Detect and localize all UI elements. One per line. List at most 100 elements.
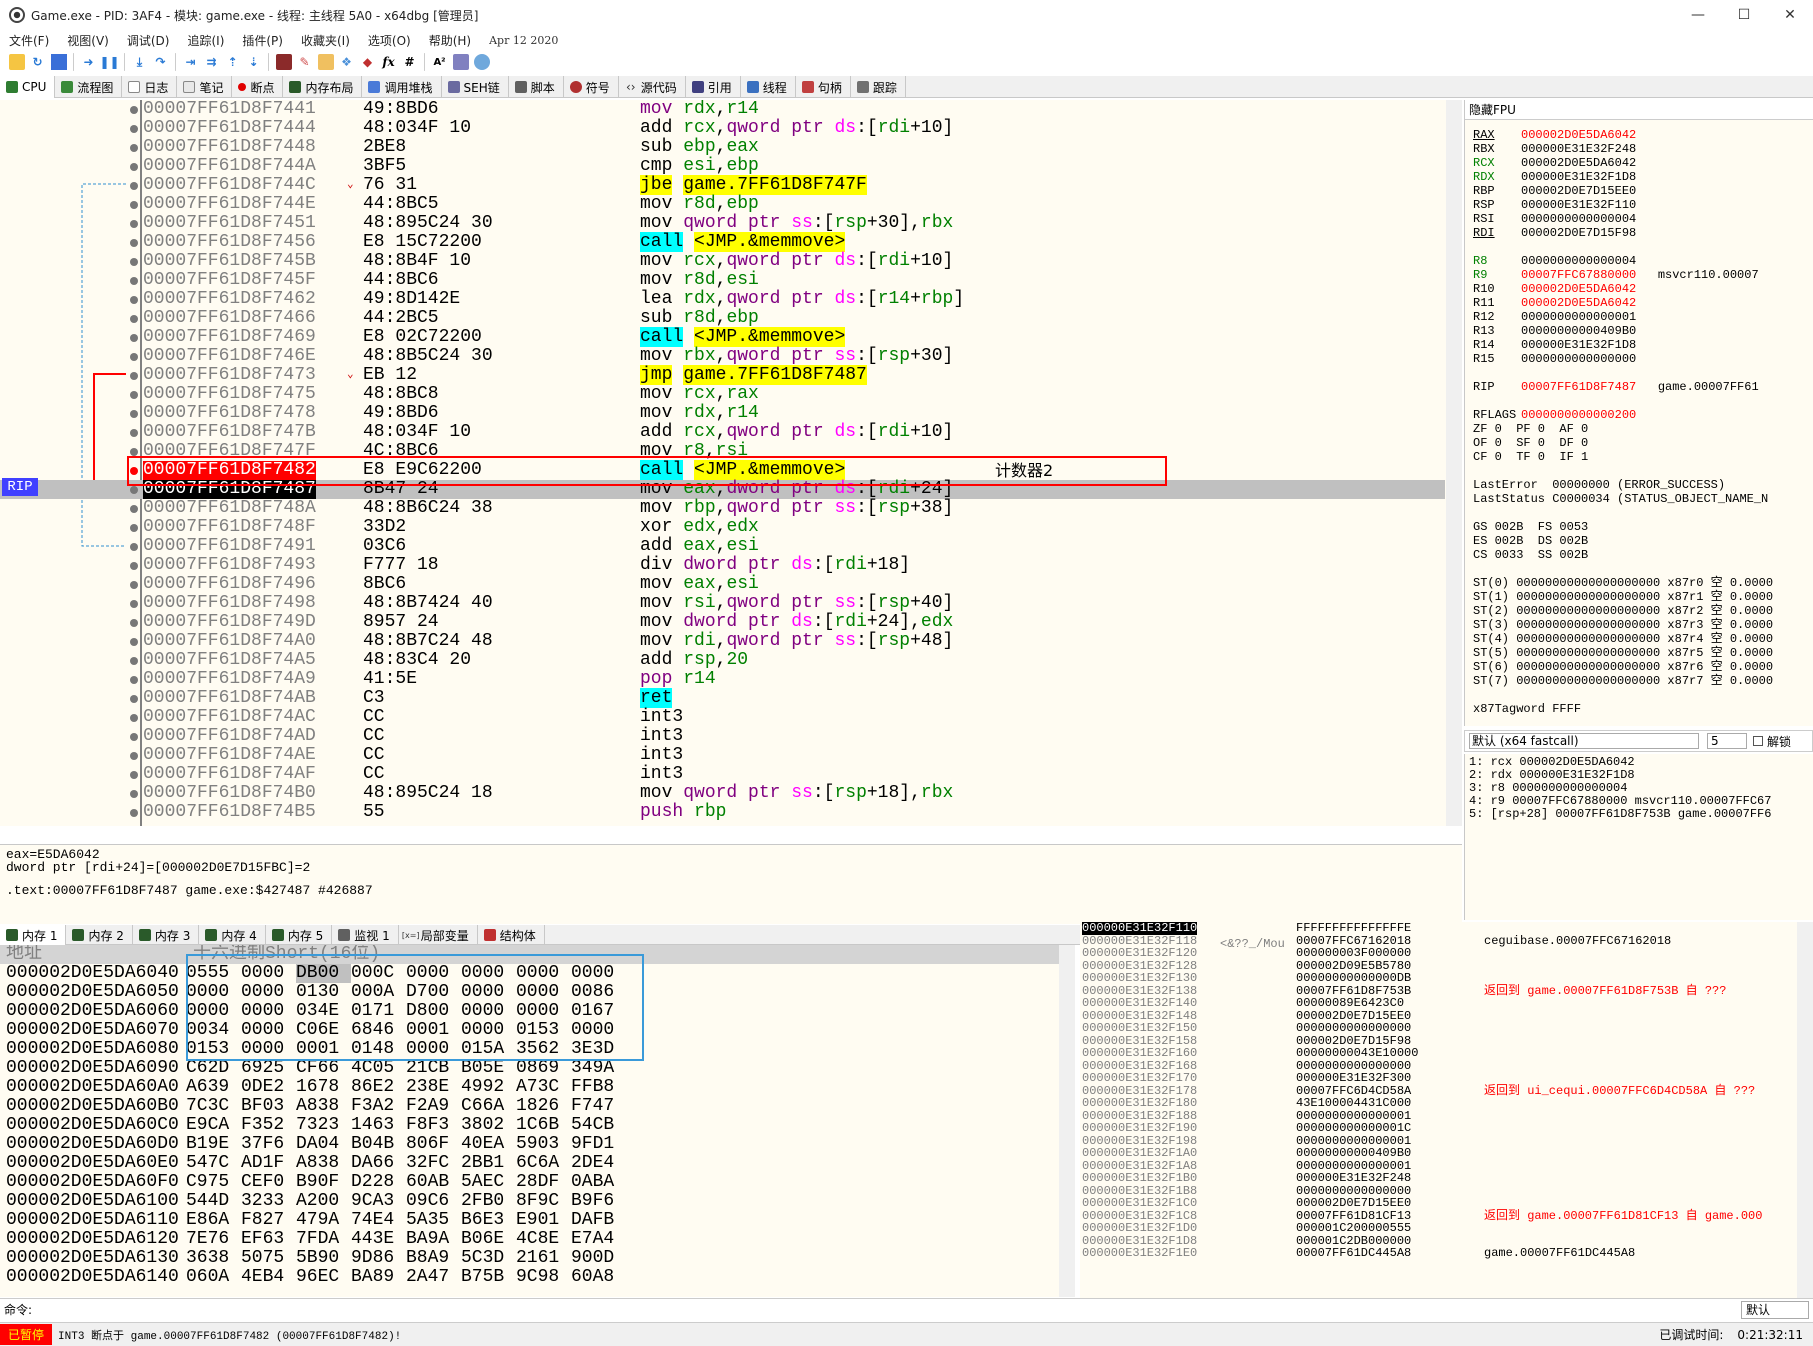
dump-word[interactable]: 21CB (406, 1059, 461, 1078)
dump-word[interactable]: 32FC (406, 1154, 461, 1173)
dump-word[interactable]: 7323 (296, 1116, 351, 1135)
dump-word[interactable]: AD1F (241, 1154, 296, 1173)
dump-word[interactable]: 1678 (296, 1078, 351, 1097)
dump-word[interactable]: BA9A (406, 1230, 461, 1249)
breakpoint-dot[interactable] (130, 106, 138, 114)
tab-graph[interactable]: 流程图 (55, 76, 123, 98)
breakpoint-dot[interactable] (130, 258, 138, 266)
disasm-row[interactable]: 00007FF61D8F749D 8957 24 mov dword ptr ds:… (0, 613, 1445, 632)
dump-word[interactable]: 349A (571, 1059, 626, 1078)
command-input[interactable] (36, 1301, 1741, 1319)
disasm-row[interactable]: 00007FF61D8F744C ⌄ 76 31 jbe game.7FF61D8F7… (0, 175, 1445, 195)
dump-word[interactable]: C62D (186, 1059, 241, 1078)
breakpoint-dot[interactable] (130, 144, 138, 152)
restart-icon[interactable]: ↻ (30, 54, 46, 70)
breakpoint-dot[interactable] (130, 695, 138, 703)
breakpoint-dot[interactable] (130, 220, 138, 228)
disasm-row[interactable]: 00007FF61D8F7469 E8 02C72200 call <JMP.&me… (0, 327, 1445, 347)
breakpoint-dot[interactable] (130, 125, 138, 133)
menu-help[interactable]: 帮助(H) (429, 32, 471, 49)
breakpoint-dot[interactable] (130, 562, 138, 570)
menu-favourites[interactable]: 收藏夹(I) (301, 32, 350, 49)
stack-row[interactable]: 000000E31E32F150 0000000000000000 (1080, 1022, 1795, 1035)
tab-locals[interactable]: [x=] 局部变量 (399, 925, 478, 945)
breakpoint-dot[interactable] (130, 239, 138, 247)
stack-row[interactable]: 000000E31E32F140 00000089E6423C0 (1080, 997, 1795, 1010)
tab-script[interactable]: 脚本 (509, 76, 564, 98)
dump-scrollbar[interactable] (1059, 945, 1075, 1297)
disasm-row[interactable]: 00007FF61D8F7441 49:8BD6 mov rdx,r14 (0, 100, 1445, 119)
dump-word[interactable]: 54CB (571, 1116, 626, 1135)
register-row[interactable]: RBX 000000E31E32F248 (1473, 142, 1636, 156)
flag-row[interactable]: CF 0 TF 0 IF 1 (1473, 450, 1588, 464)
breakpoint-dot[interactable] (130, 505, 138, 513)
dump-word[interactable]: 3802 (461, 1116, 516, 1135)
dump-word[interactable]: 5C3D (461, 1249, 516, 1268)
stack-row[interactable]: 000000E31E32F1B0 000000E31E32F248 (1080, 1172, 1795, 1185)
tab-seh[interactable]: SEH链 (442, 76, 509, 98)
menu-debug[interactable]: 调试(D) (127, 32, 170, 49)
disasm-row[interactable]: 00007FF61D8F7451 48:895C24 30 mov qword pt… (0, 214, 1445, 233)
dump-word[interactable]: 0869 (516, 1059, 571, 1078)
dump-word[interactable]: 9CA3 (351, 1192, 406, 1211)
dump-word[interactable]: E901 (516, 1211, 571, 1230)
disasm-row[interactable]: 00007FF61D8F7448 2BE8 sub ebp,eax (0, 138, 1445, 157)
register-row[interactable]: RAX 000002D0E5DA6042 (1473, 128, 1636, 142)
breakpoint-dot[interactable] (130, 638, 138, 646)
tab-memory-map[interactable]: 内存布局 (283, 76, 363, 98)
dump-word[interactable]: B04B (351, 1135, 406, 1154)
dump-row[interactable]: 000002D0E5DA60A0 A639 0DE2 1678 86E2 238E 4992… (6, 1078, 626, 1097)
dump-word[interactable]: B06E (461, 1230, 516, 1249)
unlock-checkbox[interactable] (1753, 736, 1763, 746)
dump-row[interactable]: 000002D0E5DA6130 3638 5075 5B90 9D86 B8A9 5C3D… (6, 1249, 626, 1268)
dump-word[interactable]: 0ABA (571, 1173, 626, 1192)
tab-dump-3[interactable]: 内存 3 (133, 925, 200, 945)
calling-convention-select[interactable]: 默认 (x64 fastcall) (1469, 733, 1699, 749)
dump-word[interactable]: 1C6B (516, 1116, 571, 1135)
dump-word[interactable]: 60A8 (571, 1268, 626, 1287)
dump-row[interactable]: 000002D0E5DA6100 544D 3233 A200 9CA3 09C6 2FB0… (6, 1192, 626, 1211)
disasm-row[interactable]: 00007FF61D8F74A9 41:5E pop r14 (0, 670, 1445, 689)
tab-cpu[interactable]: CPU (0, 76, 56, 98)
register-row[interactable]: R13 00000000000409B0 (1473, 324, 1636, 338)
flag-row[interactable]: OF 0 SF 0 DF 0 (1473, 436, 1588, 450)
dump-word[interactable]: CEF0 (241, 1173, 296, 1192)
dump-word[interactable]: 7E76 (186, 1230, 241, 1249)
tab-symbols[interactable]: 符号 (564, 76, 619, 98)
dump-word[interactable]: 2A47 (406, 1268, 461, 1287)
disasm-row[interactable]: 00007FF61D8F74AD CC int3 (0, 727, 1445, 746)
tab-log[interactable]: 日志 (122, 76, 178, 98)
pause-icon[interactable]: ❚❚ (99, 54, 119, 70)
dump-word[interactable]: BF03 (241, 1097, 296, 1116)
command-type-select[interactable]: 默认 (1741, 1300, 1809, 1319)
function-icon[interactable]: ◆ (360, 54, 376, 70)
dump-word[interactable]: 443E (351, 1230, 406, 1249)
dump-word[interactable]: 96EC (296, 1268, 351, 1287)
breakpoint-dot[interactable] (130, 752, 138, 760)
tab-notes[interactable]: 笔记 (177, 76, 233, 98)
argument-count-spinner[interactable]: 5 (1707, 733, 1747, 749)
dump-word[interactable]: 4C05 (351, 1059, 406, 1078)
dump-word[interactable]: 1463 (351, 1116, 406, 1135)
dump-word[interactable]: 479A (296, 1211, 351, 1230)
breakpoint-dot[interactable] (130, 182, 138, 190)
dump-word[interactable]: 09C6 (406, 1192, 461, 1211)
minimize-button[interactable]: — (1675, 0, 1721, 30)
dump-word[interactable]: FFB8 (571, 1078, 626, 1097)
dump-word[interactable]: 6925 (241, 1059, 296, 1078)
dump-word[interactable]: A838 (296, 1154, 351, 1173)
breakpoint-dot[interactable] (130, 353, 138, 361)
breakpoint-dot[interactable] (130, 296, 138, 304)
register-row[interactable]: RSI 0000000000000004 (1473, 212, 1636, 226)
dump-word[interactable]: F747 (571, 1097, 626, 1116)
disasm-row[interactable]: 00007FF61D8F7491 03C6 add eax,esi (0, 537, 1445, 556)
breakpoint-dot[interactable] (130, 676, 138, 684)
dump-word[interactable]: 9FD1 (571, 1135, 626, 1154)
breakpoint-dot[interactable] (130, 714, 138, 722)
dump-word[interactable]: 6C6A (516, 1154, 571, 1173)
close-button[interactable]: ✕ (1767, 0, 1813, 30)
tab-call-stack[interactable]: 调用堆栈 (362, 76, 442, 98)
disasm-row[interactable]: 00007FF61D8F745F 44:8BC6 mov r8d,esi (0, 271, 1445, 290)
disasm-row[interactable]: 00007FF61D8F7462 49:8D142E lea rdx,qword p… (0, 290, 1445, 309)
dump-word[interactable]: 4C8E (516, 1230, 571, 1249)
